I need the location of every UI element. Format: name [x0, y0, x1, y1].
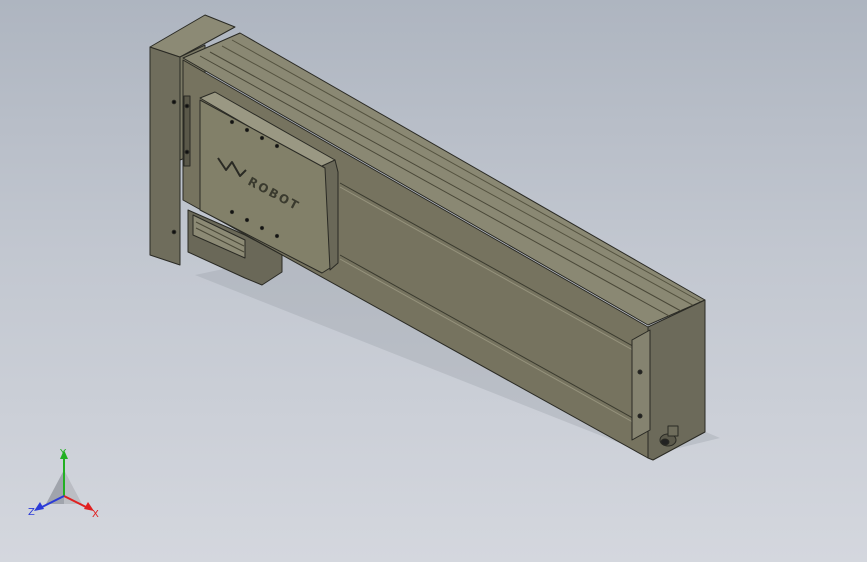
carriage-screw: [259, 135, 265, 141]
end-cap-screw: [637, 369, 643, 375]
end-cap-screw: [637, 413, 643, 419]
carriage-screw: [244, 217, 250, 223]
orientation-triad: Y X Z: [28, 448, 99, 520]
right-end-cap-face: [631, 329, 651, 441]
cad-viewport[interactable]: ROBOT: [0, 0, 867, 562]
carriage-screw: [244, 127, 250, 133]
mount-screw: [171, 99, 177, 105]
z-axis-arrow: [34, 502, 44, 511]
carriage-screw: [229, 209, 235, 215]
mount-screw: [184, 149, 190, 155]
carriage-screw: [274, 233, 280, 239]
carriage-screw: [259, 225, 265, 231]
carriage-screw: [274, 143, 280, 149]
y-axis-label: Y: [59, 448, 67, 459]
x-axis-label: X: [92, 509, 99, 520]
mount-screw: [171, 229, 177, 235]
z-axis-label: Z: [28, 507, 35, 518]
mount-screw: [184, 103, 190, 109]
carriage-screw: [229, 119, 235, 125]
linear-actuator-model[interactable]: [149, 14, 706, 461]
